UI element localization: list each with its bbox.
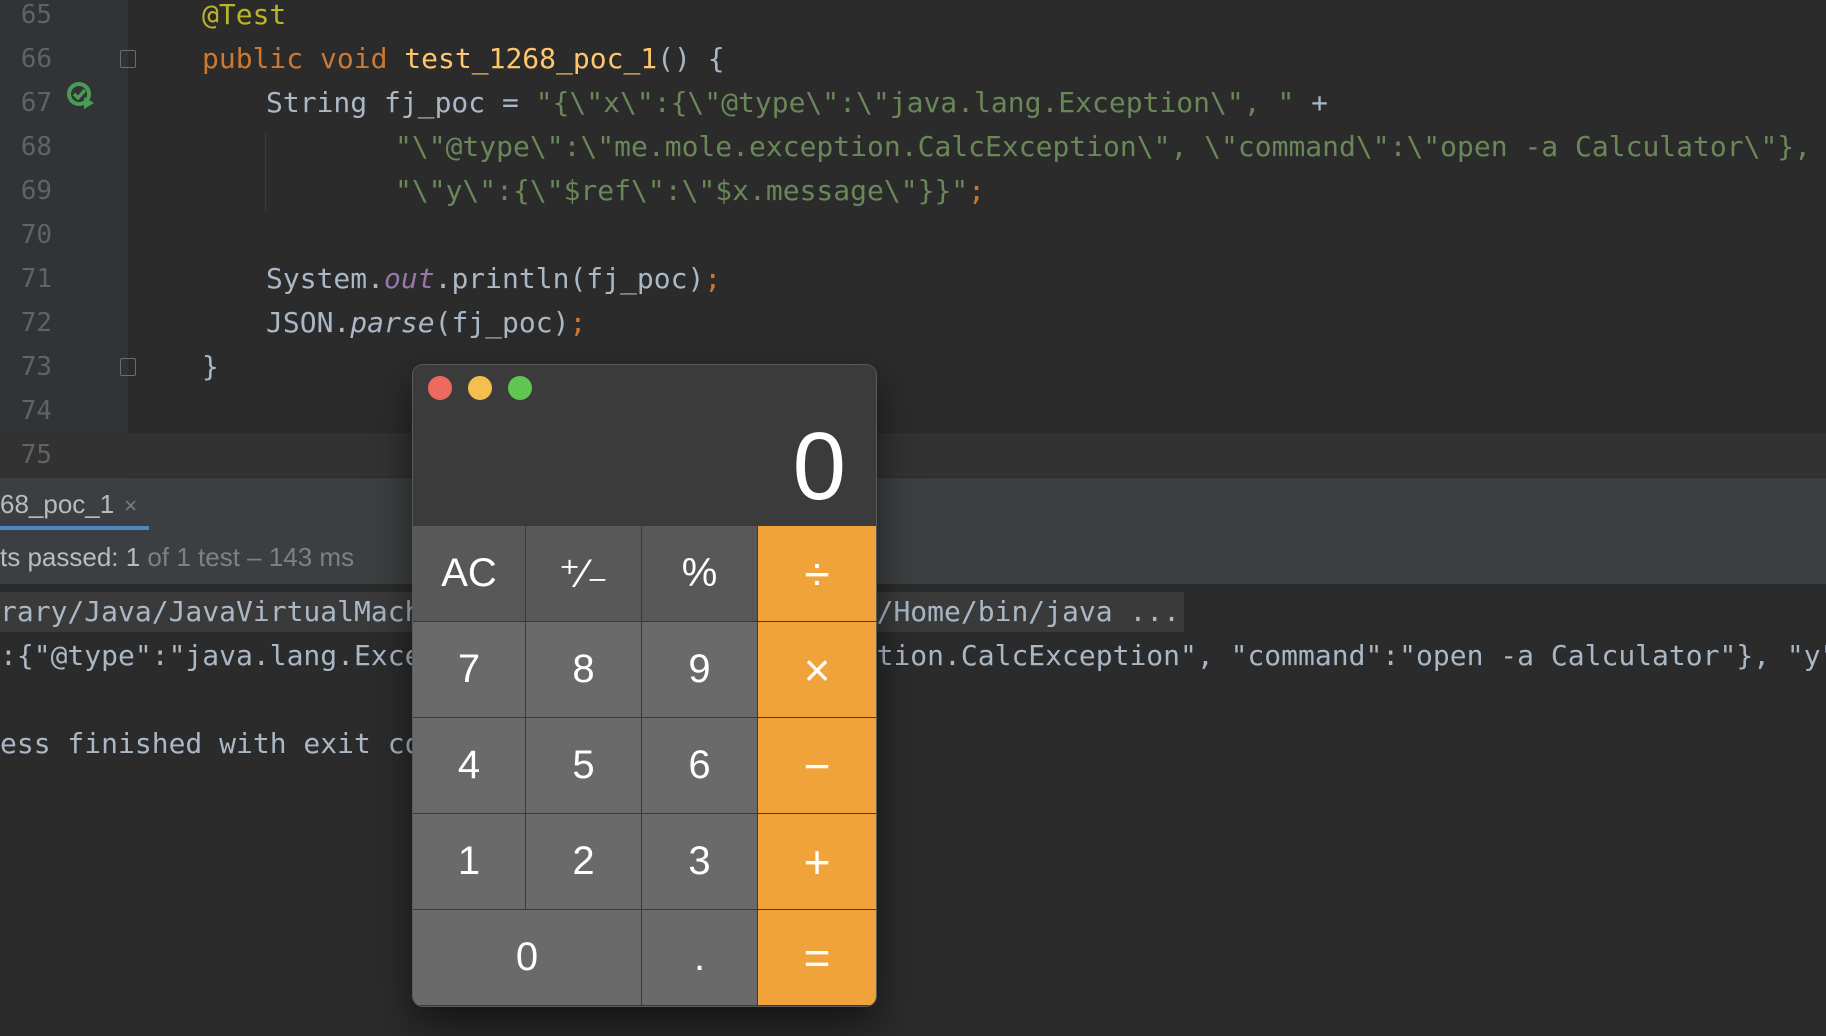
calculator-window[interactable]: 0 AC ⁺∕₋ % ÷ 7 8 9 × 4 5 6 − 1 2 3 + 0 .… xyxy=(413,365,876,1006)
line-number: 67 xyxy=(20,88,52,118)
code-line: 69 "\"y\":{\"$ref\":\"$x.message\"}}"; xyxy=(0,169,1826,213)
code-line: 66 public void test_1268_poc_1() { xyxy=(0,37,1826,109)
equals-button[interactable]: = xyxy=(758,910,876,1006)
code-line: 68 "\"@type\":\"me.mole.exception.CalcEx… xyxy=(0,125,1826,169)
code-plain: String fj_poc = xyxy=(266,86,536,119)
method-name: test_1268_poc_1 xyxy=(404,42,658,75)
divide-button[interactable]: ÷ xyxy=(758,526,876,622)
code-punct: () { xyxy=(657,42,725,75)
minimize-window-button[interactable] xyxy=(468,376,492,400)
line-number: 73 xyxy=(20,352,52,382)
code-text: public void test_1268_poc_1() { xyxy=(202,37,725,81)
semicolon: ; xyxy=(569,306,587,339)
digit-0-button[interactable]: 0 xyxy=(413,910,642,1006)
digit-4-button[interactable]: 4 xyxy=(413,718,526,814)
line-number: 68 xyxy=(20,132,52,162)
code-line: 72 JSON.parse(fj_poc); xyxy=(0,301,1826,345)
run-tool-window: 68_poc_1 × ts passed: 1 of 1 test – 143 m… xyxy=(0,478,1826,1036)
code-text: JSON.parse(fj_poc); xyxy=(266,301,586,345)
line-number: 69 xyxy=(20,176,52,206)
test-status-bar: ts passed: 1 of 1 test – 143 ms xyxy=(0,530,1826,585)
digit-9-button[interactable]: 9 xyxy=(642,622,758,718)
fold-marker-icon[interactable] xyxy=(120,50,136,68)
line-number: 74 xyxy=(20,396,52,426)
line-number: 72 xyxy=(20,308,52,338)
digit-2-button[interactable]: 2 xyxy=(526,814,642,910)
percent-button[interactable]: % xyxy=(642,526,758,622)
string-literal: "{\"x\":{\"@type\":\"java.lang.Exception… xyxy=(535,86,1295,119)
static-field: out xyxy=(384,262,435,295)
digit-8-button[interactable]: 8 xyxy=(526,622,642,718)
code-line: 65 @Test xyxy=(0,0,1826,37)
code-plain: (fj_poc) xyxy=(434,306,570,339)
string-literal: "\"y\":{\"$ref\":\"$x.message\"}}" xyxy=(395,174,969,207)
annotation: @Test xyxy=(202,0,287,31)
code-line: 70 xyxy=(0,213,1826,257)
run-tab-bar: 68_poc_1 × xyxy=(0,478,1826,531)
digit-3-button[interactable]: 3 xyxy=(642,814,758,910)
calculator-display: 0 xyxy=(792,413,846,520)
line-number: 66 xyxy=(20,44,52,74)
code-text: "\"y\":{\"$ref\":\"$x.message\"}}"; xyxy=(395,169,985,213)
fold-marker-icon[interactable] xyxy=(120,358,136,376)
decimal-button[interactable]: . xyxy=(642,910,758,1006)
digit-7-button[interactable]: 7 xyxy=(413,622,526,718)
code-text: } xyxy=(202,345,219,389)
run-tab[interactable]: 68_poc_1 × xyxy=(0,478,150,530)
code-line: 74 xyxy=(0,389,1826,433)
zoom-window-button[interactable] xyxy=(508,376,532,400)
line-number: 75 xyxy=(20,440,52,470)
digit-5-button[interactable]: 5 xyxy=(526,718,642,814)
code-editor[interactable]: 65 @Test 66 public void test_1268_poc_1(… xyxy=(0,0,1826,478)
code-text: "\"@type\":\"me.mole.exception.CalcExcep… xyxy=(395,125,1826,169)
digit-1-button[interactable]: 1 xyxy=(413,814,526,910)
tests-detail-text: of 1 test – 143 ms xyxy=(140,542,355,572)
sign-toggle-button[interactable]: ⁺∕₋ xyxy=(526,526,642,622)
close-window-button[interactable] xyxy=(428,376,452,400)
line-number: 65 xyxy=(20,0,52,30)
line-number: 70 xyxy=(20,220,52,250)
multiply-button[interactable]: × xyxy=(758,622,876,718)
code-text: @Test xyxy=(202,0,286,37)
console-line: ess finished with exit cod xyxy=(0,727,439,760)
operator: + xyxy=(1294,86,1329,119)
code-plain: JSON. xyxy=(266,306,351,339)
run-tab-label: 68_poc_1 xyxy=(0,489,115,519)
minus-button[interactable]: − xyxy=(758,718,876,814)
code-plain: System. xyxy=(266,262,385,295)
semicolon: ; xyxy=(704,262,722,295)
static-method: parse xyxy=(350,306,435,339)
code-line: 73 } xyxy=(0,345,1826,389)
code-text: String fj_poc = "{\"x\":{\"@type\":\"jav… xyxy=(266,81,1328,125)
tests-passed-text: ts passed: 1 xyxy=(0,542,141,572)
string-literal: "\"@type\":\"me.mole.exception.CalcExcep… xyxy=(395,130,1826,163)
keyword: public void xyxy=(202,42,405,75)
brace: } xyxy=(202,350,219,383)
console-line: :{"@type":"java.lang.Excep tion.CalcExce… xyxy=(0,639,1826,672)
calculator-display-area: 0 xyxy=(413,365,876,526)
code-text: System.out.println(fj_poc); xyxy=(266,257,721,301)
code-plain: .println(fj_poc) xyxy=(434,262,705,295)
code-line: 71 System.out.println(fj_poc); xyxy=(0,257,1826,301)
digit-6-button[interactable]: 6 xyxy=(642,718,758,814)
code-line-current: 75 xyxy=(0,433,1826,477)
close-icon[interactable]: × xyxy=(124,493,137,518)
code-line: 67 String fj_poc = "{\"x\":{\"@type\":\"… xyxy=(0,81,1826,125)
line-number: 71 xyxy=(20,264,52,294)
clear-button[interactable]: AC xyxy=(413,526,526,622)
semicolon: ; xyxy=(968,174,986,207)
plus-button[interactable]: + xyxy=(758,814,876,910)
